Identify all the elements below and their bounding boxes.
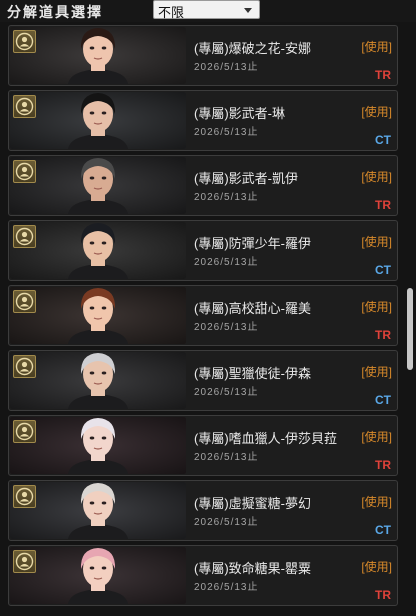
item-name: (專屬)嗜血獵人-伊莎貝菈: [194, 431, 337, 446]
character-portrait: [10, 352, 186, 409]
item-expiry: 2026/5/13止: [194, 582, 259, 593]
item-card[interactable]: (專屬)影武者-琳 2026/5/13止 [使用] CT: [8, 90, 398, 151]
team-tag: CT: [375, 133, 391, 147]
panel-title: 分解道具選擇: [7, 4, 103, 20]
team-tag: TR: [375, 588, 391, 602]
use-button[interactable]: [使用]: [361, 428, 392, 445]
item-name: (專屬)高校甜心-羅美: [194, 301, 311, 316]
character-portrait: [10, 547, 186, 604]
item-card[interactable]: (專屬)嗜血獵人-伊莎貝菈 2026/5/13止 [使用] TR: [8, 415, 398, 476]
item-name: (專屬)影武者-凱伊: [194, 171, 298, 186]
character-badge-icon: [13, 160, 36, 183]
character-badge-icon: [13, 550, 36, 573]
item-card[interactable]: (專屬)防彈少年-羅伊 2026/5/13止 [使用] CT: [8, 220, 398, 281]
use-button[interactable]: [使用]: [361, 558, 392, 575]
item-name: (專屬)聖獵使徒-伊森: [194, 366, 311, 381]
use-button[interactable]: [使用]: [361, 233, 392, 250]
item-expiry: 2026/5/13止: [194, 62, 259, 73]
character-badge-icon: [13, 95, 36, 118]
character-portrait: [10, 287, 186, 344]
item-card[interactable]: (專屬)爆破之花-安娜 2026/5/13止 [使用] TR: [8, 25, 398, 86]
item-expiry: 2026/5/13止: [194, 452, 259, 463]
character-portrait: [10, 27, 186, 84]
team-tag: TR: [375, 328, 391, 342]
scrollbar-thumb[interactable]: [407, 288, 413, 370]
decompose-item-panel: 分解道具選擇 不限 (專屬)爆破之花-安娜 2026/5/13止 [使用] TR…: [0, 0, 416, 616]
item-expiry: 2026/5/13止: [194, 127, 259, 138]
item-list: (專屬)爆破之花-安娜 2026/5/13止 [使用] TR (專屬)影武者-琳…: [8, 25, 400, 616]
team-tag: CT: [375, 393, 391, 407]
item-card[interactable]: (專屬)虛擬蜜糖-夢幻 2026/5/13止 [使用] CT: [8, 480, 398, 541]
filter-selected-value: 不限: [158, 5, 185, 20]
team-tag: TR: [375, 68, 391, 82]
item-name: (專屬)爆破之花-安娜: [194, 41, 311, 56]
use-button[interactable]: [使用]: [361, 103, 392, 120]
character-badge-icon: [13, 355, 36, 378]
use-button[interactable]: [使用]: [361, 363, 392, 380]
character-portrait: [10, 417, 186, 474]
team-tag: TR: [375, 458, 391, 472]
item-name: (專屬)致命糖果-罌粟: [194, 561, 311, 576]
item-name: (專屬)虛擬蜜糖-夢幻: [194, 496, 311, 511]
use-button[interactable]: [使用]: [361, 298, 392, 315]
filter-dropdown[interactable]: 不限: [153, 0, 260, 20]
character-badge-icon: [13, 485, 36, 508]
team-tag: CT: [375, 523, 391, 537]
use-button[interactable]: [使用]: [361, 168, 392, 185]
chevron-down-icon[interactable]: [244, 8, 252, 13]
character-portrait: [10, 222, 186, 279]
scrollbar[interactable]: [404, 25, 414, 616]
team-tag: CT: [375, 263, 391, 277]
item-card[interactable]: (專屬)聖獵使徒-伊森 2026/5/13止 [使用] CT: [8, 350, 398, 411]
item-card[interactable]: (專屬)致命糖果-罌粟 2026/5/13止 [使用] TR: [8, 545, 398, 606]
character-badge-icon: [13, 225, 36, 248]
item-name: (專屬)影武者-琳: [194, 106, 285, 121]
character-badge-icon: [13, 290, 36, 313]
item-card[interactable]: (專屬)高校甜心-羅美 2026/5/13止 [使用] TR: [8, 285, 398, 346]
item-card[interactable]: (專屬)影武者-凱伊 2026/5/13止 [使用] TR: [8, 155, 398, 216]
character-badge-icon: [13, 30, 36, 53]
item-expiry: 2026/5/13止: [194, 192, 259, 203]
character-portrait: [10, 157, 186, 214]
character-portrait: [10, 482, 186, 539]
use-button[interactable]: [使用]: [361, 38, 392, 55]
header-bar: 分解道具選擇 不限: [0, 0, 416, 22]
item-expiry: 2026/5/13止: [194, 322, 259, 333]
item-expiry: 2026/5/13止: [194, 257, 259, 268]
item-expiry: 2026/5/13止: [194, 387, 259, 398]
character-badge-icon: [13, 420, 36, 443]
character-portrait: [10, 92, 186, 149]
team-tag: TR: [375, 198, 391, 212]
item-expiry: 2026/5/13止: [194, 517, 259, 528]
item-name: (專屬)防彈少年-羅伊: [194, 236, 311, 251]
use-button[interactable]: [使用]: [361, 493, 392, 510]
